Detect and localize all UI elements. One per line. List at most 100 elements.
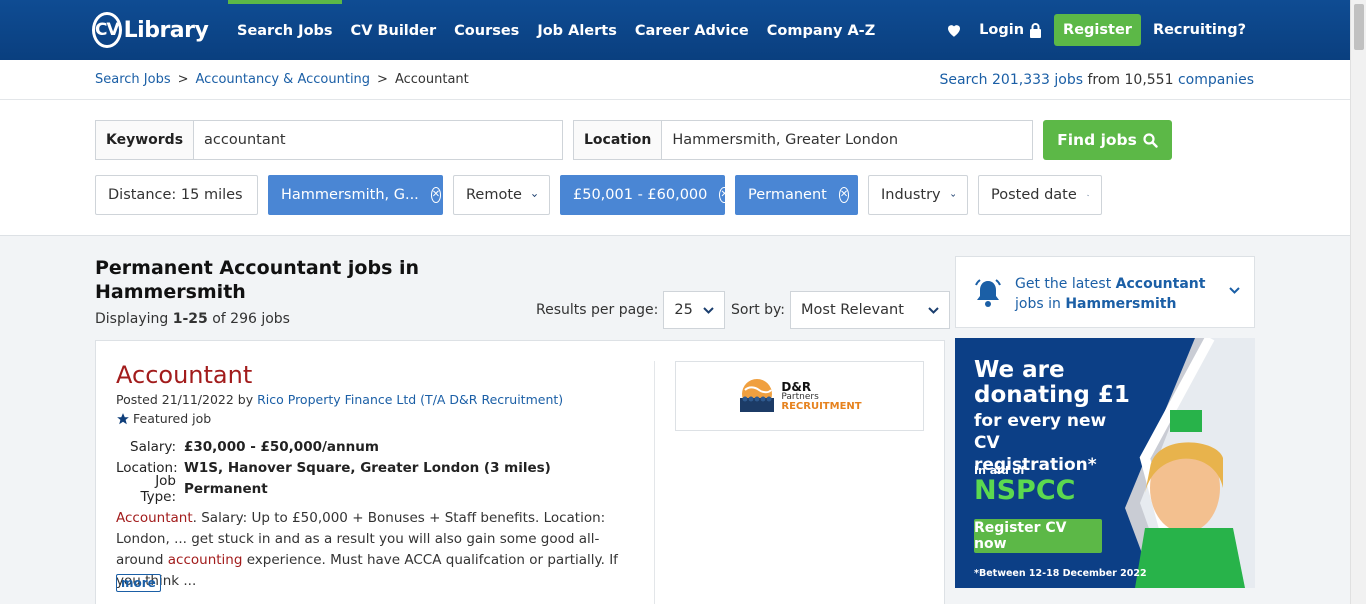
breadcrumb-bar: Search Jobs > Accountancy & Accounting >… [0,60,1350,100]
find-jobs-label: Find jobs [1057,131,1137,149]
nav-search-jobs[interactable]: Search Jobs [228,0,342,60]
remove-salary-icon[interactable]: ✕ [719,187,730,203]
recruiting-link[interactable]: Recruiting? [1153,22,1246,38]
company-logo[interactable]: D&R Partners RECRUITMENT [675,361,924,431]
job-posted: Posted 21/11/2022 by Rico Property Finan… [116,392,563,407]
job-title-link[interactable]: Accountant [116,361,252,389]
nav-courses[interactable]: Courses [445,0,528,60]
ad-line-2: donating £1 [974,382,1130,408]
displaying-range: 1-25 [172,311,208,327]
job-type-value: Permanent [184,480,268,497]
location-row: Location: W1S, Hanover Square, Greater L… [116,457,551,478]
remote-filter[interactable]: Remote [453,175,550,215]
stats-companies[interactable]: companies [1178,72,1254,88]
featured-badge: Featured job [116,411,211,426]
remove-job-type-icon[interactable]: ✕ [838,187,850,203]
ad-footnote: *Between 12-18 December 2022 [974,568,1147,579]
job-type-label: Job Type: [140,472,176,505]
search-icon [1143,132,1158,148]
location-input[interactable]: Hammersmith, Greater London [662,132,908,148]
job-details: Salary: £30,000 - £50,000/annum Location… [116,436,551,505]
distance-filter[interactable]: Distance: 15 miles [95,175,258,215]
breadcrumb-separator: > [177,72,189,87]
stats-companies-count: 10,551 [1124,72,1174,88]
chevron-down-icon [1229,287,1240,294]
per-page-label: Results per page: [536,302,659,318]
scrollbar-thumb[interactable] [1354,4,1364,50]
chevron-down-icon [703,306,715,314]
more-button[interactable]: more [116,574,161,592]
posted-date-filter[interactable]: Posted date [978,175,1102,215]
chevron-down-icon [1086,194,1089,196]
nav-job-alerts[interactable]: Job Alerts [528,0,626,60]
salary-value: £30,000 - £50,000/annum [184,438,379,455]
breadcrumb-current: Accountant [394,72,469,87]
ad-headline: We are donating £1 [974,358,1130,408]
displaying-prefix: Displaying [95,311,169,327]
desc-highlight: Accountant [116,510,193,526]
cv-library-logo[interactable]: CV Library [92,10,209,50]
find-jobs-button[interactable]: Find jobs [1043,120,1172,160]
job-alert-text: Get the latest Accountant jobs in Hammer… [1015,274,1225,314]
stats-jobs[interactable]: 201,333 jobs [992,72,1083,88]
nspcc-advert[interactable]: We are donating £1 for every new CV regi… [955,338,1255,588]
job-type-row: Job Type: Permanent [116,473,551,505]
alert-pre: Get the latest [1015,276,1112,292]
keywords-field[interactable]: Keywords accountant [95,120,563,160]
main-nav: Search Jobs CV Builder Courses Job Alert… [228,0,884,60]
remove-location-icon[interactable]: ✕ [430,187,442,203]
results-count: Displaying 1-25 of 296 jobs [95,311,290,327]
logo-recruitment: RECRUITMENT [781,400,862,412]
posted-prefix: Posted 21/11/2022 by [116,392,254,407]
account-nav: Login Register Recruiting? [945,0,1246,60]
ad-line-1: We are [974,357,1065,383]
breadcrumb-separator: > [377,72,388,87]
nav-company-a-z[interactable]: Company A-Z [758,0,884,60]
per-page-select[interactable]: 25 [663,291,726,329]
salary-filter-chip[interactable]: £50,001 - £60,000 ✕ [560,175,730,215]
bell-icon [975,279,1001,307]
keywords-label: Keywords [96,121,195,159]
company-link[interactable]: Rico Property Finance Ltd (T/A D&R Recru… [257,392,563,407]
job-type-filter-chip[interactable]: Permanent ✕ [735,175,858,215]
company-logo-text: D&R Partners RECRUITMENT [781,381,861,412]
chevron-down-icon [950,193,955,197]
register-button[interactable]: Register [1054,14,1141,46]
location-label: Location [574,121,663,159]
card-divider [654,361,655,604]
salary-chip-label: £50,001 - £60,000 [573,187,708,203]
nav-career-advice[interactable]: Career Advice [626,0,758,60]
lock-icon [1030,22,1042,38]
sort-label: Sort by: [731,302,786,318]
heart-icon[interactable] [945,21,963,39]
nav-cv-builder[interactable]: CV Builder [342,0,446,60]
breadcrumb-search-jobs[interactable]: Search Jobs [95,72,171,87]
register-cv-button[interactable]: Register CV now [974,519,1102,553]
distance-filter-label: Distance: 15 miles [108,187,243,203]
alert-location: Hammersmith [1065,296,1177,312]
keywords-input[interactable]: accountant [194,132,296,148]
job-description: Accountant. Salary: Up to £50,000 + Bonu… [116,508,636,592]
page-scrollbar[interactable] [1350,0,1366,604]
alert-mid: jobs in [1015,296,1061,312]
logo-text: Library [123,17,209,43]
location-value: W1S, Hanover Square, Greater London (3 m… [184,459,551,476]
stats-prefix: Search [939,72,988,88]
desc-highlight: accounting [167,552,243,568]
breadcrumb-accountancy[interactable]: Accountancy & Accounting [196,72,371,87]
logo-dr: D&R [781,379,812,394]
login-link[interactable]: Login [979,22,1042,38]
sort-select[interactable]: Most Relevant [790,291,951,329]
ad-nspcc-logo: NSPCC [974,475,1076,506]
login-label: Login [979,22,1025,38]
breadcrumb: Search Jobs > Accountancy & Accounting >… [95,72,469,87]
site-stats: Search 201,333 jobs from 10,551 companie… [939,72,1254,88]
location-filter-chip[interactable]: Hammersmith, G... ✕ [268,175,443,215]
salary-row: Salary: £30,000 - £50,000/annum [116,436,551,457]
job-alert-box[interactable]: Get the latest Accountant jobs in Hammer… [955,256,1255,328]
alert-keyword: Accountant [1115,276,1206,292]
remote-filter-label: Remote [466,187,522,203]
location-field[interactable]: Location Hammersmith, Greater London [573,120,1033,160]
industry-filter[interactable]: Industry [868,175,968,215]
top-navigation-bar: CV Library Search Jobs CV Builder Course… [0,0,1350,60]
